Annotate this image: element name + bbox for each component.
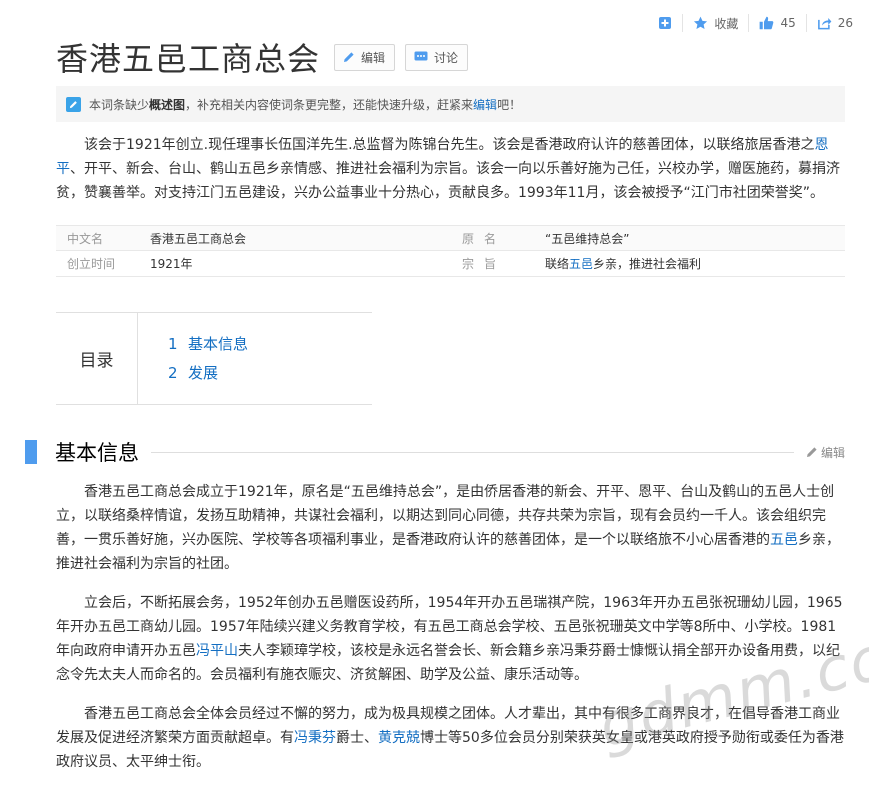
body-paragraph-1: 香港五邑工商总会成立于1921年，原名是“五邑维持总会”，是由侨居香港的新会、开…: [56, 480, 846, 576]
comment-icon: [414, 51, 428, 61]
info-row: 创立时间 1921年 宗旨 联络五邑乡亲，推进社会福利: [56, 251, 845, 277]
edit-button[interactable]: 编辑: [334, 43, 396, 71]
info-value: 香港五邑工商总会: [150, 231, 247, 246]
summary-paragraph: 该会于1921年创立.现任理事长伍国洋先生.总监督为陈锦台先生。该会是香港政府认…: [56, 133, 846, 205]
section-divider: [151, 451, 794, 453]
share-icon: [817, 18, 832, 30]
thumbs-up-icon: [760, 16, 774, 30]
info-name: 中文名: [67, 231, 104, 246]
info-value: “五邑维持总会”: [545, 231, 630, 246]
plus-square-icon: [659, 17, 672, 29]
pencil-icon: [344, 52, 354, 62]
section-accent-bar: [25, 440, 37, 464]
top-toolbar: 收藏 45 26: [648, 12, 863, 34]
summary-text-b: 、开平、新会、台山、鹤山五邑乡亲情感、推进社会福利为宗旨。该会一向以乐善好施为己…: [56, 161, 840, 201]
notice-text-mid: ，补充相关内容使词条更完整，还能快速升级，赶紧来: [185, 97, 474, 112]
toc-item-label[interactable]: 基本信息: [188, 335, 248, 353]
toc-item-label[interactable]: 发展: [188, 364, 218, 382]
favorite-button[interactable]: 收藏: [682, 14, 748, 32]
toc-title: 目录: [56, 313, 138, 404]
info-name: 创立时间: [67, 257, 116, 271]
missing-image-notice: 本词条缺少 概述图 ，补充相关内容使词条更完整，还能快速升级，赶紧来 编辑 吧！: [56, 86, 845, 122]
toc-item-number: 1: [168, 335, 178, 353]
body-paragraph-2: 立会后，不断拓展会务，1952年创办五邑赠医设药所，1954年开办五邑瑞祺产院，…: [56, 591, 846, 687]
like-button[interactable]: 45: [748, 14, 805, 32]
share-button[interactable]: 26: [805, 14, 863, 32]
wuyi-link[interactable]: 五邑: [569, 257, 593, 271]
favorite-label: 收藏: [714, 16, 739, 31]
toc-item-number: 2: [168, 364, 178, 382]
summary-text-a: 该会于1921年创立.现任理事长伍国洋先生.总监督为陈锦台先生。该会是香港政府认…: [84, 137, 815, 153]
title-row: 香港五邑工商总会 编辑 讨论: [56, 34, 469, 80]
info-value: 1921年: [150, 257, 193, 271]
discuss-button[interactable]: 讨论: [405, 43, 469, 71]
notice-text-pre: 本词条缺少: [89, 97, 150, 112]
body-paragraph-3: 香港五邑工商总会全体会员经过不懈的努力，成为极具规模之团体。人才辈出，其中有很多…: [56, 702, 846, 774]
section-heading: 基本信息 编辑: [25, 437, 845, 467]
body-text: 爵士、: [336, 730, 378, 746]
section-edit-label: 编辑: [820, 445, 845, 460]
purpose-text-b: 乡亲，推进社会福利: [593, 257, 702, 271]
toc-item-basic-info[interactable]: 1 基本信息: [168, 330, 248, 359]
edit-button-label: 编辑: [361, 50, 386, 65]
section-title: 基本信息: [55, 441, 139, 465]
basic-info-table: 中文名 香港五邑工商总会 原名 “五邑维持总会” 创立时间 1921年 宗旨 联…: [56, 225, 845, 277]
feng-pingshan-link[interactable]: 冯平山: [196, 643, 238, 659]
notice-bold: 概述图: [149, 97, 186, 112]
table-of-contents: 目录 1 基本信息 2 发展: [56, 312, 372, 405]
add-button[interactable]: [648, 14, 682, 32]
share-count: 26: [837, 16, 853, 30]
notice-text-post: 吧！: [497, 97, 522, 112]
info-value: 联络五邑乡亲，推进社会福利: [545, 255, 701, 272]
huang-kejing-link[interactable]: 黄克兢: [378, 730, 420, 746]
pencil-icon: [806, 447, 817, 457]
purpose-text-a: 联络: [545, 257, 570, 271]
info-name: 宗旨: [462, 257, 507, 271]
edit-note-icon: [66, 96, 81, 112]
feng-bingfen-link[interactable]: 冯秉芬: [294, 730, 336, 746]
info-row: 中文名 香港五邑工商总会 原名 “五邑维持总会”: [56, 225, 845, 251]
like-count: 45: [780, 16, 796, 30]
wuyi-link[interactable]: 五邑: [770, 532, 798, 548]
toc-list: 1 基本信息 2 发展: [138, 313, 248, 404]
star-icon: [694, 16, 708, 30]
toc-item-development[interactable]: 2 发展: [168, 359, 248, 388]
page-title: 香港五邑工商总会: [56, 40, 321, 78]
notice-edit-link[interactable]: 编辑: [473, 96, 497, 113]
discuss-button-label: 讨论: [434, 50, 459, 65]
section-edit-button[interactable]: 编辑: [806, 444, 845, 461]
info-name: 原名: [462, 231, 507, 246]
body-text: 香港五邑工商总会成立于1921年，原名是“五邑维持总会”，是由侨居香港的新会、开…: [56, 484, 835, 548]
